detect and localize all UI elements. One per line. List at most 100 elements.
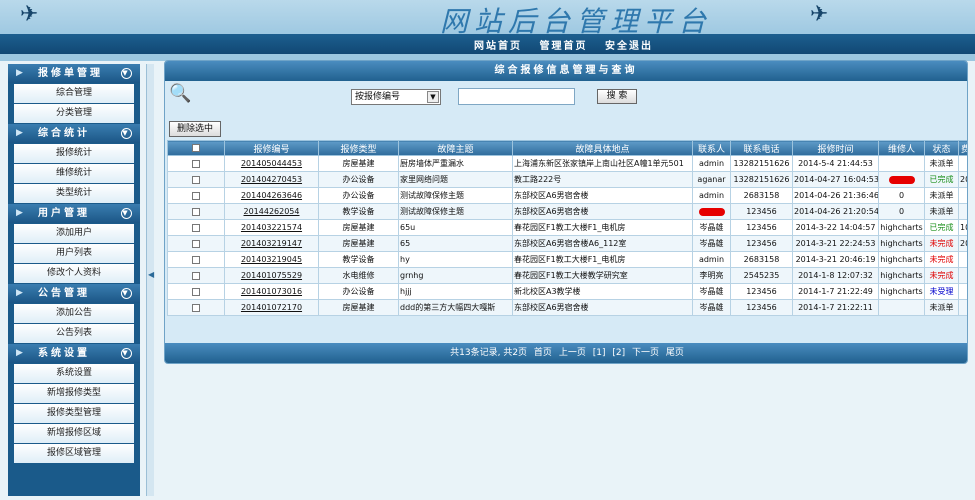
checkbox[interactable] <box>192 271 200 280</box>
row-select[interactable] <box>167 171 225 188</box>
checkbox[interactable] <box>192 175 200 184</box>
cell-status: 未派单 <box>924 155 959 172</box>
cell-contact: 岑晶雄 <box>692 283 731 300</box>
table-row: 201401073016 办公设备 hjjj 新北校区A3教学楼 岑晶雄 123456 20… <box>167 283 967 300</box>
row-select[interactable] <box>167 267 225 284</box>
sidebar-item-add-user[interactable]: 添加用户 <box>14 224 134 243</box>
sidebar-item-repair-area-mgmt[interactable]: 报修区域管理 <box>14 444 134 463</box>
sidebar-item-repair-stats[interactable]: 报修统计 <box>14 144 134 163</box>
sidebar-section-notices[interactable]: ▶ 公告管理 ▼ <box>8 284 140 303</box>
chevron-down-icon[interactable]: ▼ <box>121 348 132 359</box>
cell-status: 未完成 <box>924 267 959 284</box>
header-select-all[interactable] <box>167 140 225 156</box>
sidebar-item-maintenance-stats[interactable]: 维修统计 <box>14 164 134 183</box>
checkbox[interactable] <box>192 143 200 152</box>
cell-contact: aganar <box>692 171 731 188</box>
sidebar-item-add-repair-area[interactable]: 新增报修区域 <box>14 424 134 443</box>
sidebar-item-comprehensive[interactable]: 综合管理 <box>14 84 134 103</box>
checkbox[interactable] <box>192 191 200 200</box>
repair-id-link[interactable]: 201405044453 <box>241 159 302 168</box>
repair-id-link[interactable]: 201403219045 <box>241 255 302 264</box>
repair-id-link[interactable]: 201403219147 <box>241 239 302 248</box>
sidebar-item-category[interactable]: 分类管理 <box>14 104 134 123</box>
repair-id-link[interactable]: 201401073016 <box>241 287 302 296</box>
sidebar-item-add-repair-type[interactable]: 新增报修类型 <box>14 384 134 403</box>
chevron-down-icon[interactable]: ▼ <box>121 208 132 219</box>
cell-subject: hy <box>398 251 513 268</box>
repair-id-link[interactable]: 201403221574 <box>241 223 302 232</box>
chevron-down-icon[interactable]: ▼ <box>427 91 439 103</box>
pager-prev[interactable]: 上一页 <box>559 348 586 358</box>
cell-repairer: 0 <box>878 187 925 204</box>
sidebar-section-repair[interactable]: ▶ 报修单管理 ▼ <box>8 64 140 83</box>
row-select[interactable] <box>167 235 225 252</box>
row-select[interactable] <box>167 155 225 172</box>
repair-id-link[interactable]: 201401075529 <box>241 271 302 280</box>
chevron-down-icon[interactable]: ▼ <box>121 288 132 299</box>
repair-id-link[interactable]: 20144262054 <box>244 207 300 216</box>
sidebar-item-edit-profile[interactable]: 修改个人资料 <box>14 264 134 283</box>
checkbox[interactable] <box>192 303 200 312</box>
cell-phone: 123456 <box>730 203 793 220</box>
row-select[interactable] <box>167 299 225 316</box>
pager-page-2[interactable]: [2] <box>612 348 625 358</box>
checkbox[interactable] <box>192 287 200 296</box>
cell-contact: 李明亮 <box>692 267 731 284</box>
chevron-down-icon[interactable]: ▼ <box>121 128 132 139</box>
cell-repair-type: 办公设备 <box>318 283 399 300</box>
sidebar-item-notice-list[interactable]: 公告列表 <box>14 324 134 343</box>
row-select[interactable] <box>167 187 225 204</box>
sidebar-splitter[interactable]: ◀ <box>146 64 154 496</box>
sidebar-item-user-list[interactable]: 用户列表 <box>14 244 134 263</box>
search-button[interactable]: 搜 索 <box>597 89 637 104</box>
sidebar-section-users[interactable]: ▶ 用户管理 ▼ <box>8 204 140 223</box>
cell-repair-type: 教学设备 <box>318 251 399 268</box>
sidebar-item-repair-type-mgmt[interactable]: 报修类型管理 <box>14 404 134 423</box>
cell-repair-type: 办公设备 <box>318 171 399 188</box>
table-row: 201405044453 房屋基建 厨房墙体严重漏水 上海浦东新区张家镇岸上南山社区A… <box>167 155 967 172</box>
checkbox[interactable] <box>192 239 200 248</box>
sidebar-item-system-settings[interactable]: 系统设置 <box>14 364 134 383</box>
checkbox[interactable] <box>192 207 200 216</box>
cell-repair-type: 水电维修 <box>318 267 399 284</box>
table-row: 201404270453 办公设备 家里网络问题 教工路222号 aganar 13282… <box>167 171 967 188</box>
sidebar-section-system[interactable]: ▶ 系统设置 ▼ <box>8 344 140 363</box>
checkbox[interactable] <box>192 255 200 264</box>
sidebar-section-stats[interactable]: ▶ 综合统计 ▼ <box>8 124 140 143</box>
row-select[interactable] <box>167 283 225 300</box>
repair-id-link[interactable]: 201404270453 <box>241 175 302 184</box>
table-header-row: 报修编号 报修类型 故障主题 故障具体地点 联系人 联系电话 报修时间 维修人 … <box>167 140 967 156</box>
pager-next[interactable]: 下一页 <box>632 348 659 358</box>
repair-id-link[interactable]: 201404263646 <box>241 191 302 200</box>
cell-repair-type: 房屋基建 <box>318 219 399 236</box>
cell-location: 东部校区A6男宿舍楼 <box>512 187 693 204</box>
table-row: 201401075529 水电维修 grnhg 春花园区F1教工大楼教学研究室 李明亮 2… <box>167 267 967 284</box>
nav-admin-home[interactable]: 管理首页 <box>539 41 587 52</box>
search-input[interactable] <box>458 88 575 105</box>
row-select[interactable] <box>167 219 225 236</box>
sidebar-item-add-notice[interactable]: 添加公告 <box>14 304 134 323</box>
nav-home[interactable]: 网站首页 <box>474 41 522 52</box>
column-header: 联系电话 <box>730 140 793 156</box>
sidebar-item-type-stats[interactable]: 类型统计 <box>14 184 134 203</box>
cell-location: 春花园区F1教工大楼F1_电机房 <box>512 251 693 268</box>
cell-location: 东部校区A6男宿舍楼 <box>512 203 693 220</box>
cell-subject: 65u <box>398 219 513 236</box>
cell-subject: hjjj <box>398 283 513 300</box>
column-header: 报修编号 <box>224 140 319 156</box>
search-type-select[interactable]: 按报修编号 ▼ <box>351 89 441 105</box>
repair-id-link[interactable]: 201401072170 <box>241 303 302 312</box>
pager-first[interactable]: 首页 <box>534 348 552 358</box>
delete-selected-button[interactable]: 删除选中 <box>169 121 221 137</box>
pager-page-1[interactable]: [1] <box>593 348 606 358</box>
checkbox[interactable] <box>192 223 200 232</box>
column-header: 报修类型 <box>318 140 399 156</box>
checkbox[interactable] <box>192 159 200 168</box>
pager-last[interactable]: 尾页 <box>666 348 684 358</box>
collapse-arrow-icon[interactable]: ◀ <box>148 270 154 279</box>
cell-repair-type: 房屋基建 <box>318 155 399 172</box>
nav-logout[interactable]: 安全退出 <box>605 41 653 52</box>
row-select[interactable] <box>167 251 225 268</box>
row-select[interactable] <box>167 203 225 220</box>
chevron-down-icon[interactable]: ▼ <box>121 68 132 79</box>
